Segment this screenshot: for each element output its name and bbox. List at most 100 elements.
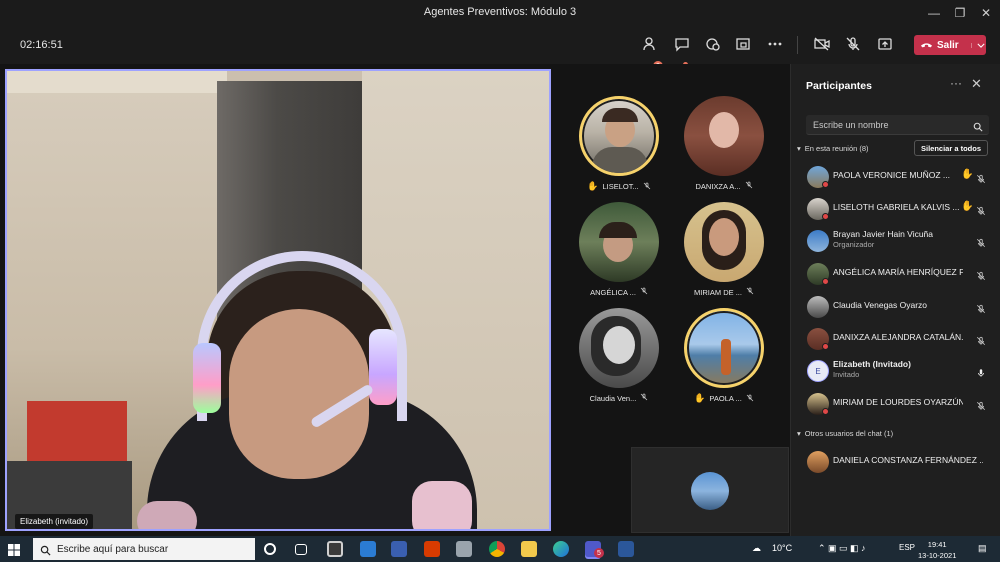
taskbar-clock[interactable]: 19:41 13-10-2021 [918,539,956,561]
gallery-tile[interactable]: ANGÉLICA ... [564,196,674,304]
mic-off-icon [640,393,648,403]
mic-off-icon[interactable] [976,398,986,416]
participant-row[interactable]: DANIXZA ALEJANDRA CATALÁN... [805,325,993,353]
app-icon[interactable] [391,541,407,557]
participant-role: Invitado [833,370,860,379]
mic-off-icon[interactable] [976,301,986,319]
gallery-tile[interactable]: DANIXZA A... [669,90,779,198]
participant-row[interactable]: E Elizabeth (Invitado) Invitado [805,357,993,385]
task-view-icon[interactable] [295,544,307,555]
participant-row[interactable]: ANGÉLICA MARÍA HENRÍQUEZ F... [805,260,993,288]
self-view-preview[interactable] [631,447,789,533]
reactions-button[interactable] [702,33,724,55]
photos-icon[interactable] [456,541,472,557]
main-video[interactable]: Elizabeth (invitado) [5,69,551,531]
camera-off-icon [814,37,830,51]
in-meeting-section[interactable]: ▾ En esta reunión (8) [797,144,869,153]
mic-off-icon[interactable] [976,333,986,351]
search-icon [40,543,51,561]
word-icon[interactable] [618,541,634,557]
clock-date: 13-10-2021 [918,551,957,560]
gallery-tile[interactable]: Claudia Ven... [564,302,674,410]
leave-button[interactable]: Salir [914,35,986,55]
tile-label: Claudia Ven... [589,393,637,403]
main-video-name-tag: Elizabeth (invitado) [15,514,94,529]
mute-all-button[interactable]: Silenciar a todos [914,140,988,156]
status-dot [822,213,829,220]
participant-name: Brayan Javier Hain Vicuña [833,229,934,239]
raised-hand-icon: ✋ [961,169,974,180]
cortana-icon[interactable] [264,543,276,555]
participant-name: Elizabeth (Invitado) [833,359,911,369]
speaker-jacket-right [412,481,472,529]
tray-icons[interactable]: ⌃ ▣ ▭ ◧ ♪ [818,543,866,554]
window-title: Agentes Preventivos: Módulo 3 [423,6,577,18]
headset-ear-left [193,343,221,413]
windows-start-icon[interactable] [8,543,20,556]
participant-avatar [579,202,659,282]
participant-row[interactable]: DANIELA CONSTANZA FERNÁNDEZ ... [805,448,993,476]
mic-off-icon[interactable] [976,203,986,221]
mic-off-icon[interactable] [976,268,986,286]
chrome-icon[interactable] [489,541,505,557]
participant-name: DANIELA CONSTANZA FERNÁNDEZ ... [833,455,983,465]
other-chat-users-section[interactable]: ▾ Otros usuarios del chat (1) [797,429,893,438]
language-indicator[interactable]: ESP [899,543,915,552]
participant-name: PAOLA VERONICE MUÑOZ ... [833,170,950,180]
rooms-button[interactable] [732,33,754,55]
participant-row[interactable]: LISELOTH GABRIELA KALVIS ... ✋ [805,195,993,223]
avatar [807,230,829,252]
restore-button[interactable]: ❐ [946,0,974,26]
status-dot [822,408,829,415]
panel-more-icon[interactable]: ··· [950,76,962,90]
participant-name: LISELOTH GABRIELA KALVIS ... [833,202,960,212]
share-screen-button[interactable] [874,33,896,55]
others-label: Otros usuarios del chat (1) [804,429,894,438]
participant-row[interactable]: MIRIAM DE LOURDES OYARZÚN... [805,390,993,418]
participant-name: ANGÉLICA MARÍA HENRÍQUEZ F... [833,267,963,277]
participant-search-input[interactable]: Escribe un nombre [806,115,989,135]
mic-off-icon[interactable] [976,235,986,253]
gallery-tile[interactable]: MIRIAM DE ... [669,196,779,304]
reactions-icon [706,38,720,51]
status-dot [822,343,829,350]
mic-off-icon [640,287,648,297]
chat-icon [675,38,689,52]
file-explorer-icon[interactable] [521,541,537,557]
speaker-jacket-left [137,501,197,529]
camera-toggle-button[interactable] [811,33,833,55]
chat-button[interactable] [671,33,693,55]
weather-temperature[interactable]: 10°C [772,543,792,553]
chevron-down-icon[interactable] [970,42,985,48]
participant-avatar [579,308,659,388]
tile-label: DANIXZA A... [695,181,741,191]
people-icon [643,37,655,51]
weather-icon[interactable]: ☁ [752,543,761,554]
in-meeting-label: En esta reunión (8) [804,144,869,153]
tile-label: LISELOT... [602,182,639,191]
participant-avatar [684,96,764,176]
notification-icon[interactable]: ▤ [978,543,987,554]
mic-off-icon[interactable] [976,171,986,189]
participant-row[interactable]: PAOLA VERONICE MUÑOZ ... ✋ [805,163,993,191]
toolbar-divider [797,36,798,54]
more-actions-button[interactable] [764,33,786,55]
participant-row[interactable]: Brayan Javier Hain Vicuña Organizador [805,227,993,255]
participants-button[interactable] [640,33,662,55]
taskbar-search-input[interactable]: Escribe aquí para buscar [33,538,255,560]
office-icon[interactable] [424,541,440,557]
gallery-tile[interactable]: ✋ LISELOT... [564,90,674,198]
meeting-timer: 02:16:51 [20,39,63,51]
minimize-button[interactable]: — [920,0,948,26]
panel-close-icon[interactable]: ✕ [971,76,982,92]
mic-toggle-button[interactable] [842,33,864,55]
participant-row[interactable]: Claudia Venegas Oyarzo [805,293,993,321]
edge-icon[interactable] [553,541,569,557]
mic-on-icon[interactable] [976,365,986,383]
store-icon[interactable] [327,541,343,557]
gallery-tile[interactable]: ✋ PAOLA ... [669,302,779,410]
mail-icon[interactable] [360,541,376,557]
search-placeholder: Escribe un nombre [813,120,889,130]
close-window-button[interactable]: ✕ [972,0,1000,26]
mic-off-icon [746,394,754,404]
